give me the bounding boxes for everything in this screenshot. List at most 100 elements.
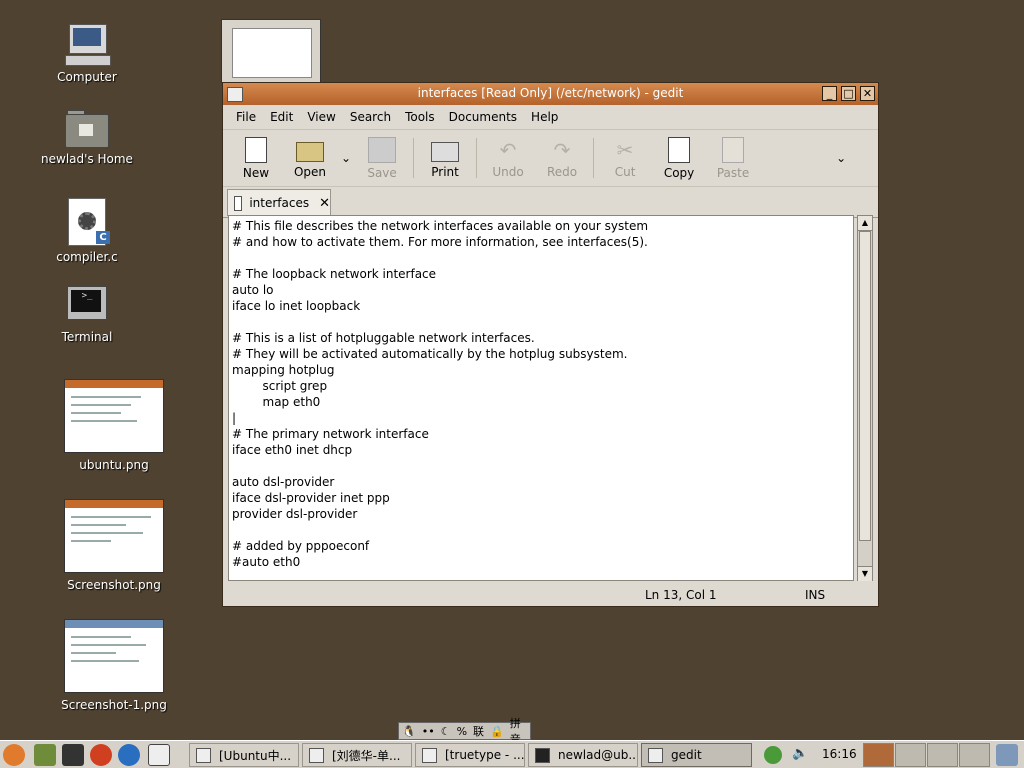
print-button[interactable]: Print [418,138,472,179]
desktop-icon-compiler-c[interactable]: C compiler.c [32,198,142,264]
text-file-icon [234,195,243,211]
update-notifier-icon[interactable] [764,746,782,764]
desktop-icon-screenshot-png[interactable]: Screenshot.png [59,499,169,592]
desktop-icon-label: Computer [57,70,117,84]
tab-close-icon[interactable]: ✕ [319,196,330,211]
copy-button[interactable]: Copy [652,136,706,180]
image-thumbnail [64,379,164,453]
desktop-icon-label: ubuntu.png [79,458,149,472]
toolbar-separator [593,138,595,178]
taskbar-item-gedit[interactable]: gedit [641,743,752,767]
desktop-icon-label: compiler.c [56,250,118,264]
open-recent-dropdown[interactable]: ⌄ [337,151,355,165]
menu-search[interactable]: Search [343,110,398,124]
close-button[interactable]: ✕ [860,86,875,101]
cursor-position: Ln 13, Col 1 [645,588,717,602]
percent-toggle[interactable]: % [454,725,470,738]
terminal-small-icon [535,747,550,763]
penguin-icon[interactable]: 🐧 [399,725,419,738]
window-preview-thumbnail[interactable] [221,19,321,83]
moon-icon[interactable]: ☾ [438,725,454,738]
gedit-small-icon [648,747,663,763]
image-thumbnail [64,619,164,693]
workspace-2[interactable] [895,743,926,767]
globe-small-icon [196,747,211,763]
file-manager-icon [422,747,437,763]
scrollbar-thumb[interactable] [859,231,871,541]
maximize-button[interactable]: □ [841,86,856,101]
menu-help[interactable]: Help [524,110,565,124]
computer-icon [65,22,111,66]
folder-open-icon [296,141,324,162]
workspace-4[interactable] [959,743,990,767]
terminal-launcher-icon[interactable] [62,744,84,766]
menu-edit[interactable]: Edit [263,110,300,124]
desktop-icon-label: Screenshot-1.png [61,698,167,712]
desktop-icon-ubuntu-png[interactable]: ubuntu.png [59,379,169,472]
toolbar-separator [476,138,478,178]
vertical-scrollbar[interactable]: ▲ ▼ [857,215,873,581]
input-method-bar[interactable]: 🐧 •• ☾ % 联 🔒 拼音 [398,717,531,746]
menu-documents[interactable]: Documents [442,110,524,124]
printer-icon [431,141,460,162]
screenshot-launcher-icon[interactable] [148,744,170,766]
redo-icon: ↷ [553,137,571,162]
copy-icon [668,136,691,163]
save-icon [368,136,397,163]
desktop-icon-home[interactable]: newlad's Home [32,108,142,166]
toolbar: New Open ⌄ Save Print ↶ Undo ↷ Redo ✂ Cut C… [223,130,878,187]
lianxiang-toggle[interactable]: 联 [470,723,487,739]
punctuation-toggle[interactable]: •• [419,725,438,738]
trash-icon[interactable] [996,744,1018,766]
save-button[interactable]: Save [355,136,409,180]
toolbar-overflow-dropdown[interactable]: ⌄ [832,151,850,165]
scroll-up-icon[interactable]: ▲ [858,216,872,231]
tab-label: interfaces [249,196,310,210]
lock-icon[interactable]: 🔒 [487,725,507,738]
globe-icon[interactable] [118,744,140,766]
paste-button[interactable]: Paste [706,136,760,180]
tab-interfaces[interactable]: interfaces ✕ [227,189,331,216]
qq-penguin-icon[interactable] [90,744,112,766]
document-content[interactable]: # This file describes the network interf… [232,218,648,570]
paste-icon [722,136,745,163]
books-icon[interactable] [34,744,56,766]
home-folder-icon [65,108,109,148]
desktop-icon-screenshot-1-png[interactable]: Screenshot-1.png [59,619,169,712]
c-source-file-icon: C [66,198,110,246]
scissors-icon: ✂ [616,137,634,162]
taskbar-item-music[interactable]: [刘德华-单... [302,743,412,767]
workspace-1[interactable] [863,743,894,767]
window-title: interfaces [Read Only] (/etc/network) - … [417,86,684,100]
window-titlebar[interactable]: interfaces [Read Only] (/etc/network) - … [223,83,878,105]
menu-tools[interactable]: Tools [398,110,442,124]
taskbar-item-terminal[interactable]: newlad@ub... [528,743,638,767]
open-button[interactable]: Open [283,138,337,179]
ubuntu-menu-icon[interactable] [3,744,25,766]
desktop-icon-label: Screenshot.png [67,578,161,592]
minimize-button[interactable]: _ [822,86,837,101]
clock[interactable]: 16:16 [822,747,857,761]
taskbar-item-ubuntu[interactable]: [Ubuntu中... [189,743,299,767]
new-document-icon [245,136,267,163]
taskbar-item-truetype[interactable]: [truetype - ... [415,743,525,767]
workspace-3[interactable] [927,743,958,767]
menu-view[interactable]: View [300,110,342,124]
cut-button[interactable]: ✂ Cut [598,138,652,179]
scroll-down-icon[interactable]: ▼ [858,566,872,581]
terminal-icon: >_ [65,286,109,326]
new-button[interactable]: New [229,136,283,180]
desktop-icon-computer[interactable]: Computer [32,22,142,84]
desktop-icon-label: newlad's Home [41,152,133,166]
volume-icon[interactable]: 🔈 [792,746,808,761]
statusbar: Ln 13, Col 1 INS [223,585,878,605]
text-editor[interactable]: # This file describes the network interf… [228,215,854,581]
undo-button[interactable]: ↶ Undo [481,138,535,179]
image-thumbnail [64,499,164,573]
document-tabbar: interfaces ✕ [223,187,878,218]
menu-file[interactable]: File [229,110,263,124]
bottom-panel: [Ubuntu中... [刘德华-单... [truetype - ... ne… [0,740,1024,768]
redo-button[interactable]: ↷ Redo [535,138,589,179]
desktop-icon-terminal[interactable]: >_ Terminal [32,286,142,344]
music-icon [309,747,324,763]
